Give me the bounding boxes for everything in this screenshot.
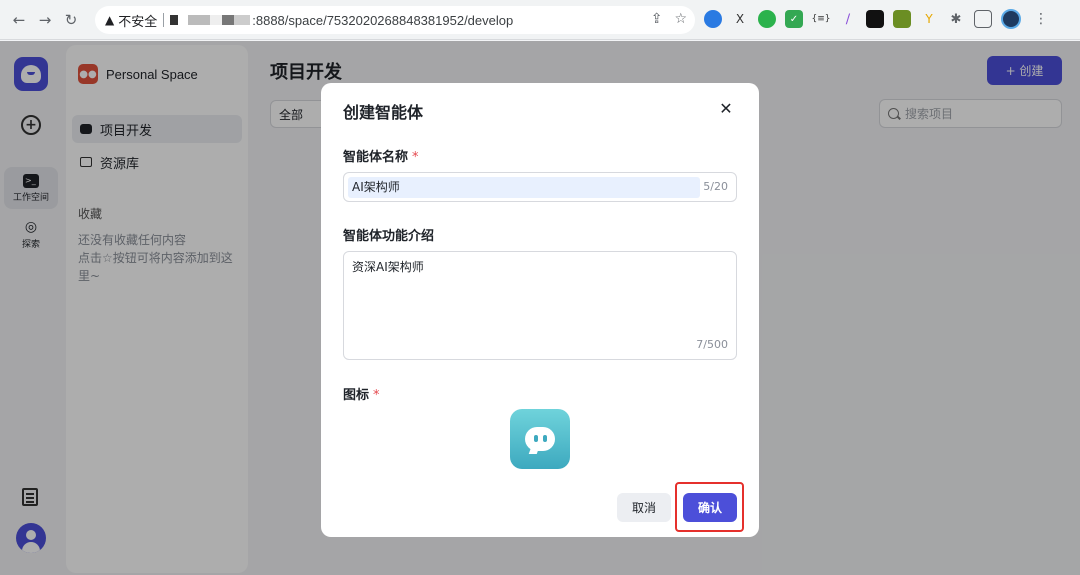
extension-pen-icon[interactable]: ∕ xyxy=(839,10,857,28)
create-agent-dialog: 创建智能体 ✕ 智能体名称 * AI架构师 5/20 智能体功能介绍 资深AI架构… xyxy=(321,83,759,537)
icon-field-label: 图标 * xyxy=(343,384,380,403)
security-label: 不安全 xyxy=(118,14,158,30)
extension-y-icon[interactable]: Y xyxy=(920,10,938,28)
menu-dots-icon[interactable]: ⋮ xyxy=(1034,11,1048,27)
icon-label-text: 图标 xyxy=(343,388,370,403)
forward-icon[interactable]: → xyxy=(34,9,56,31)
reload-icon[interactable]: ↻ xyxy=(60,9,82,31)
highlight-box xyxy=(675,482,744,532)
extension-globe-icon[interactable] xyxy=(704,10,722,28)
back-icon[interactable]: ← xyxy=(8,9,30,31)
cancel-button[interactable]: 取消 xyxy=(617,493,671,522)
url-text: :8888/space/7532020268848381952/develop xyxy=(252,12,514,28)
divider xyxy=(163,13,165,27)
close-icon[interactable]: ✕ xyxy=(717,99,735,118)
share-icon[interactable]: ⇪ xyxy=(651,11,663,27)
warning-icon: ▲ xyxy=(105,13,115,27)
dialog-title: 创建智能体 xyxy=(343,103,424,122)
address-bar[interactable]: ▲ 不安全 :8888/space/7532020268848381952/de… xyxy=(95,6,695,34)
name-field-label: 智能体名称 * xyxy=(343,146,419,165)
name-char-count: 5/20 xyxy=(703,180,728,193)
agent-description-value: 资深AI架构师 xyxy=(352,260,424,274)
profile-avatar[interactable] xyxy=(1001,9,1021,29)
extension-evernote-icon[interactable] xyxy=(758,10,776,28)
extensions-puzzle-icon[interactable]: ✱ xyxy=(947,10,965,28)
agent-name-field[interactable]: AI架构师 5/20 xyxy=(343,172,737,202)
extension-shield-icon[interactable]: ✓ xyxy=(785,10,803,28)
extension-x-icon[interactable]: X xyxy=(731,10,749,28)
redacted-host xyxy=(170,15,251,25)
name-label-text: 智能体名称 xyxy=(343,150,409,165)
required-mark: * xyxy=(373,388,380,403)
extension-chart-icon[interactable] xyxy=(866,10,884,28)
extension-json-icon[interactable]: {≡} xyxy=(812,10,831,28)
required-mark: * xyxy=(412,150,419,165)
desc-char-count: 7/500 xyxy=(696,338,728,351)
extension-game-icon[interactable] xyxy=(893,10,911,28)
browser-toolbar: ← → ↻ ▲ 不安全 :8888/space/7532020268848381… xyxy=(0,0,1080,40)
bookmark-star-icon[interactable]: ☆ xyxy=(674,11,687,27)
side-panel-icon[interactable] xyxy=(974,10,992,28)
agent-name-value: AI架构师 xyxy=(348,177,700,198)
agent-description-field[interactable]: 资深AI架构师 7/500 xyxy=(343,251,737,360)
desc-field-label: 智能体功能介绍 xyxy=(343,229,435,244)
agent-avatar-icon[interactable] xyxy=(510,409,570,469)
